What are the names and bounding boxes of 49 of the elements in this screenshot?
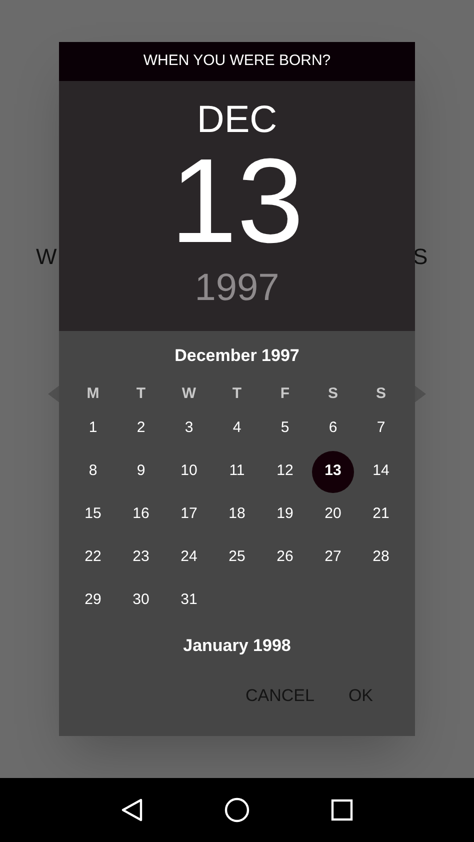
- weekday-label: W: [182, 384, 196, 404]
- weekday-label: F: [280, 384, 290, 404]
- day-cell[interactable]: 13: [312, 450, 354, 492]
- weekday-label: S: [376, 384, 386, 404]
- dialog-title: WHEN YOU WERE BORN?: [59, 42, 415, 81]
- background-text: S: [413, 243, 428, 271]
- day-cell[interactable]: 20: [312, 494, 354, 536]
- day-cell[interactable]: 19: [264, 494, 306, 536]
- day-cell[interactable]: 22: [72, 536, 114, 578]
- recent-apps-icon[interactable]: [331, 799, 354, 821]
- day-cell[interactable]: 16: [120, 494, 162, 536]
- day-cell[interactable]: 11: [216, 450, 258, 492]
- day-cell[interactable]: 21: [360, 494, 402, 536]
- day-cell[interactable]: 29: [72, 580, 114, 622]
- day-cell[interactable]: 23: [120, 536, 162, 578]
- day-cell[interactable]: 27: [312, 536, 354, 578]
- day-cell[interactable]: 24: [168, 536, 210, 578]
- day-cell[interactable]: 14: [360, 450, 402, 492]
- day-cell[interactable]: 31: [168, 580, 210, 622]
- day-cell[interactable]: 18: [216, 494, 258, 536]
- home-icon[interactable]: [224, 797, 250, 823]
- day-cell[interactable]: 4: [216, 408, 258, 450]
- day-cell[interactable]: 1: [72, 408, 114, 450]
- day-cell[interactable]: 25: [216, 536, 258, 578]
- weekday-label: T: [136, 384, 146, 404]
- day-cell[interactable]: 30: [120, 580, 162, 622]
- weekday-label: S: [328, 384, 338, 404]
- day-cell[interactable]: 3: [168, 408, 210, 450]
- background-text: W: [36, 243, 57, 271]
- day-cell[interactable]: 6: [312, 408, 354, 450]
- day-cell[interactable]: 2: [120, 408, 162, 450]
- month-text: DEC: [196, 101, 278, 139]
- day-cell[interactable]: 12: [264, 450, 306, 492]
- weekday-label: T: [232, 384, 242, 404]
- month-title: December 1997: [174, 345, 300, 367]
- day-text: 13: [170, 141, 304, 261]
- day-cell[interactable]: 28: [360, 536, 402, 578]
- day-cell[interactable]: 10: [168, 450, 210, 492]
- day-cell[interactable]: 26: [264, 536, 306, 578]
- back-icon[interactable]: [120, 798, 143, 822]
- month-title: January 1998: [182, 635, 292, 657]
- year-text: 1997: [194, 269, 280, 307]
- day-cell[interactable]: 15: [72, 494, 114, 536]
- day-cell[interactable]: 7: [360, 408, 402, 450]
- day-cell[interactable]: 17: [168, 494, 210, 536]
- day-cell[interactable]: 8: [72, 450, 114, 492]
- weekday-label: M: [86, 384, 100, 404]
- day-cell[interactable]: 5: [264, 408, 306, 450]
- day-cell[interactable]: 9: [120, 450, 162, 492]
